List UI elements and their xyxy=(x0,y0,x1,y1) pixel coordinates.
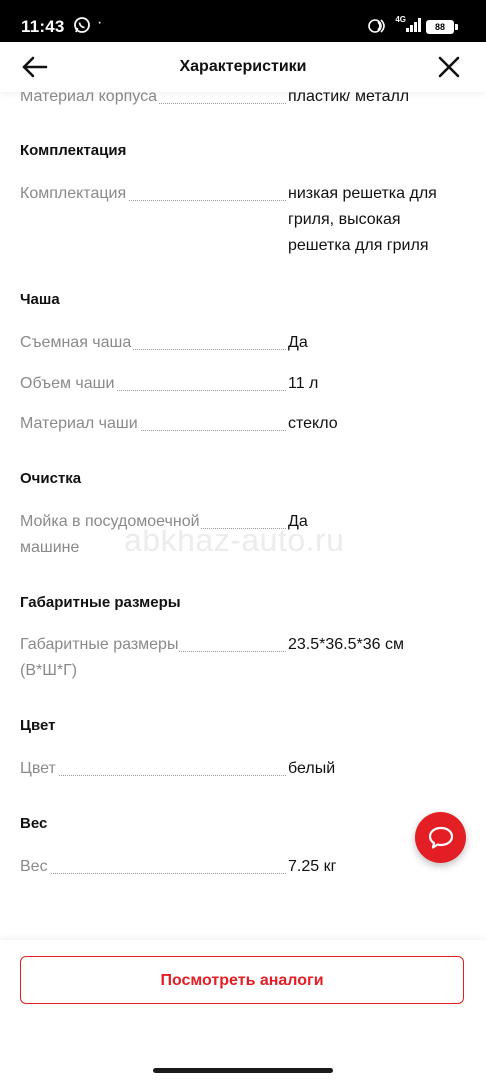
spec-label: Цвет xyxy=(20,760,58,777)
section-title-cleaning: Очистка xyxy=(20,470,82,487)
chat-button[interactable] xyxy=(415,812,466,863)
spec-value: Да xyxy=(288,334,308,351)
spec-label: Съемная чаша xyxy=(20,334,134,351)
network-type: 4G xyxy=(395,15,406,24)
battery-icon: 88 xyxy=(426,20,454,34)
view-analogs-button[interactable]: Посмотреть аналоги xyxy=(20,956,464,1004)
close-button[interactable] xyxy=(436,54,462,80)
section-title-dimensions: Габаритные размеры xyxy=(20,594,181,611)
chat-bubble-icon xyxy=(428,826,453,849)
section-title-color: Цвет xyxy=(20,717,56,734)
status-dot: · xyxy=(97,14,103,31)
page-title: Характеристики xyxy=(179,58,307,75)
spec-label: Комплектация xyxy=(20,185,129,202)
spec-value: Да xyxy=(288,513,308,530)
dotted-leader xyxy=(20,873,286,874)
spec-label: Мойка в посудомоечной машине xyxy=(20,513,200,556)
status-time: 11:43 xyxy=(21,17,65,36)
section-title-bowl: Чаша xyxy=(20,291,60,308)
section-title-kit: Комплектация xyxy=(20,142,127,159)
spec-label: Материал чаши xyxy=(20,415,140,432)
spec-value: 11 л xyxy=(288,375,319,392)
spec-value: 23.5*36.5*36 см xyxy=(288,636,404,653)
spec-label: Габаритные размеры (В*Ш*Г) xyxy=(20,636,179,679)
spec-value: стекло xyxy=(288,415,338,432)
bottom-action-bar: Посмотреть аналоги xyxy=(0,940,486,1080)
home-indicator[interactable] xyxy=(153,1068,333,1073)
spec-value: белый xyxy=(288,760,336,777)
battery-tip xyxy=(455,24,458,30)
section-title-weight: Вес xyxy=(20,815,48,832)
whatsapp-icon xyxy=(73,16,91,39)
spec-label: Вес xyxy=(20,858,50,875)
signal-icon xyxy=(406,18,422,37)
dotted-leader xyxy=(20,775,286,776)
spec-value: низкая решетка для гриля, высокая решетк… xyxy=(288,185,437,254)
app-header: Характеристики xyxy=(0,42,486,92)
status-bar: 11:43 · 4G 88 xyxy=(0,0,486,42)
wifi-calling-icon xyxy=(367,18,387,39)
spec-label: Объем чаши xyxy=(20,375,117,392)
close-icon xyxy=(438,56,460,78)
